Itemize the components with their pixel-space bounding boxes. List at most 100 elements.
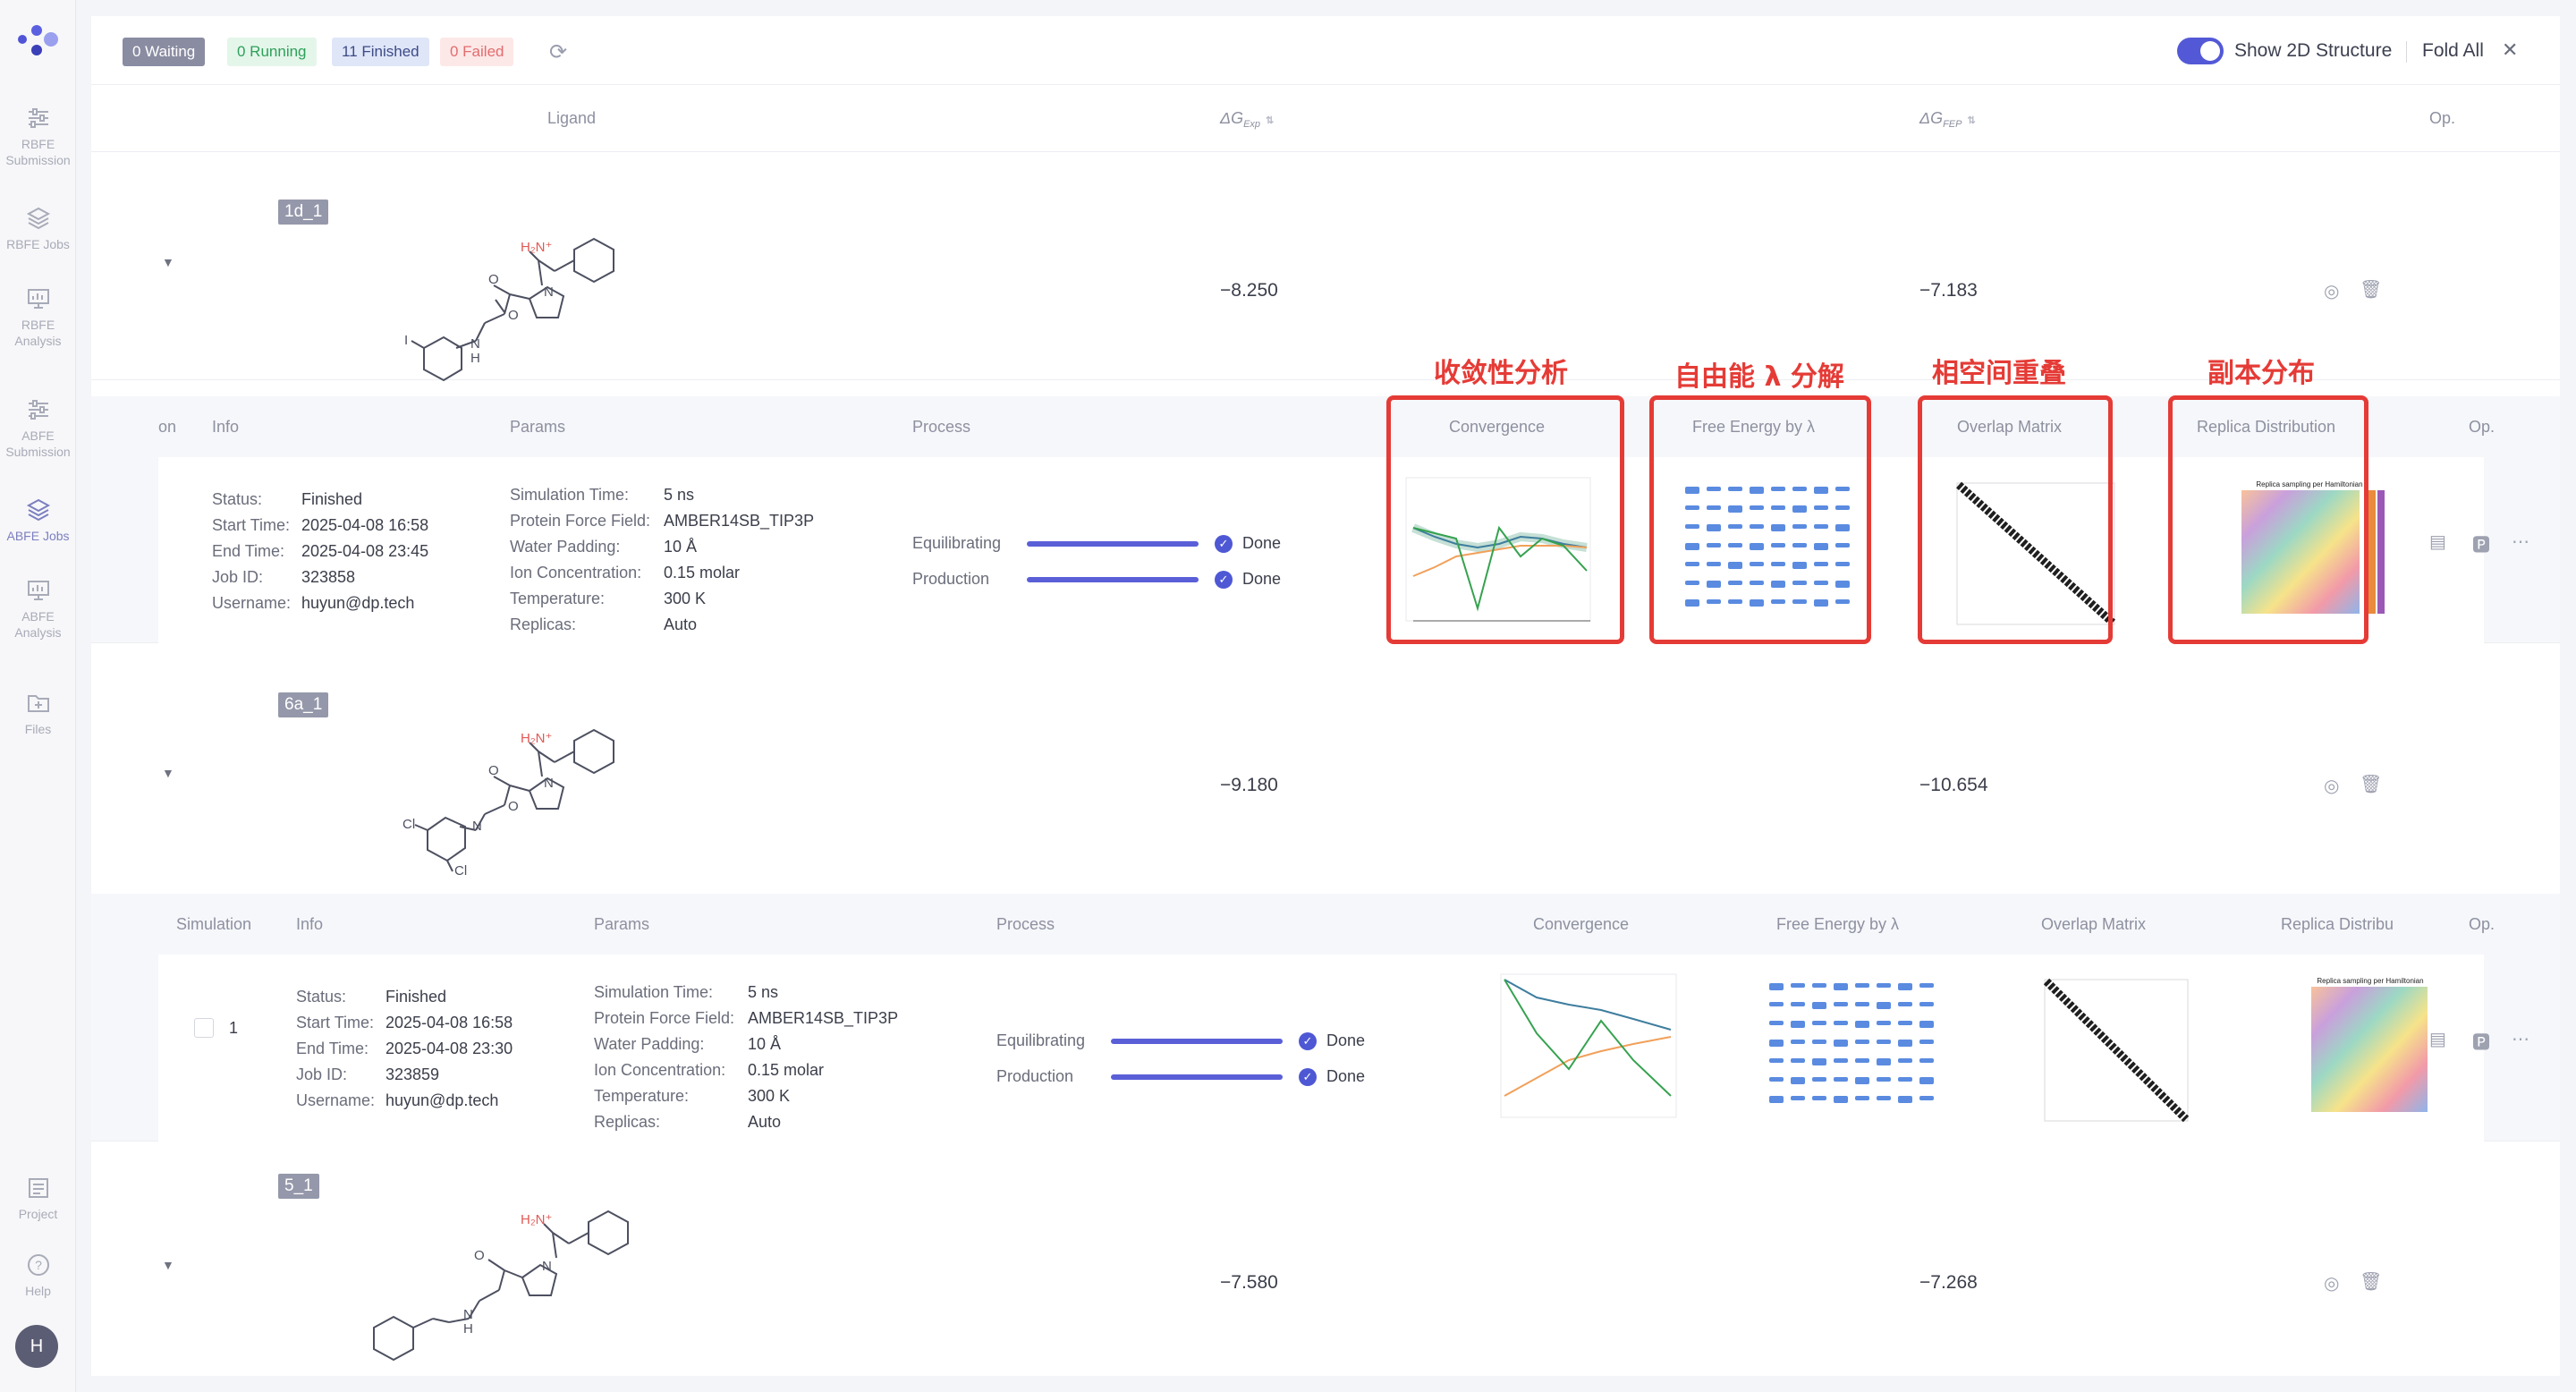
violin-mark bbox=[1919, 1058, 1934, 1063]
table-row[interactable]: ▼ 1d_1 H₂N⁺ O O N N H I −8.250 −7.183 ◎ … bbox=[91, 153, 2560, 382]
temp-value: 300 K bbox=[664, 590, 707, 607]
violin-mark bbox=[1877, 1096, 1891, 1100]
params-column-header: Params bbox=[594, 915, 650, 933]
dg-fep-column-header[interactable]: ΔGFEP ⇅ bbox=[1919, 109, 1976, 130]
app-logo[interactable] bbox=[15, 20, 60, 59]
pdf-icon[interactable]: 🅿 bbox=[2472, 530, 2490, 556]
expand-icon[interactable]: ▼ bbox=[162, 766, 174, 780]
free-energy-annotation-label: 自由能 λ 分解 bbox=[1674, 361, 1844, 393]
waiting-badge[interactable]: 0 Waiting bbox=[123, 38, 206, 66]
finished-badge[interactable]: 11 Finished bbox=[332, 38, 429, 66]
failed-badge[interactable]: 0 Failed bbox=[440, 38, 514, 66]
sidebar-item-abfe-submission[interactable]: ABFE Submission bbox=[0, 397, 76, 460]
sidebar-item-rbfe-submission[interactable]: RBFE Submission bbox=[0, 106, 76, 168]
expand-icon[interactable]: ▼ bbox=[162, 255, 174, 269]
violin-mark bbox=[1877, 1021, 1891, 1025]
svg-text:N: N bbox=[542, 1259, 552, 1274]
sidebar-item-rbfe-analysis[interactable]: RBFE Analysis bbox=[0, 286, 76, 349]
simulation-column-header: on bbox=[158, 418, 177, 436]
overlap-matrix-plot[interactable] bbox=[2021, 971, 2218, 1127]
replica-annotation-label: 副本分布 bbox=[2207, 358, 2315, 389]
violin-mark bbox=[1769, 1077, 1784, 1082]
more-icon[interactable]: ⋯ bbox=[2512, 1028, 2529, 1050]
ion-value: 0.15 molar bbox=[664, 564, 741, 581]
sim-time-label: Simulation Time: bbox=[510, 486, 630, 504]
svg-text:N: N bbox=[472, 819, 482, 834]
delete-icon[interactable]: 🗑 bbox=[2360, 278, 2382, 301]
row-checkbox[interactable] bbox=[194, 1018, 214, 1038]
view-icon[interactable]: ◎ bbox=[2324, 1272, 2339, 1294]
sidebar-item-label: Project bbox=[18, 1207, 58, 1221]
sort-icon[interactable]: ⇅ bbox=[1967, 115, 1975, 126]
violin-mark bbox=[1769, 1040, 1784, 1047]
delete-icon[interactable]: 🗑 bbox=[2360, 773, 2382, 795]
violin-mark bbox=[1834, 1077, 1848, 1082]
violin-mark bbox=[1834, 1002, 1848, 1006]
folder-icon bbox=[27, 695, 49, 712]
violin-mark bbox=[1919, 1040, 1934, 1044]
main-panel: 0 Waiting 0 Running 11 Finished 0 Failed… bbox=[91, 16, 2560, 1376]
violin-mark bbox=[1877, 1040, 1891, 1044]
view-icon[interactable]: ◎ bbox=[2324, 775, 2339, 797]
fold-all-button[interactable]: Fold All bbox=[2422, 40, 2484, 62]
running-badge[interactable]: 0 Running bbox=[227, 38, 317, 66]
log-icon[interactable]: ▤ bbox=[2429, 1028, 2446, 1050]
replica-plot-title: Replica sampling per Hamiltonian bbox=[2317, 977, 2423, 985]
sort-icon[interactable]: ⇅ bbox=[1266, 115, 1274, 126]
delete-icon[interactable]: 🗑 bbox=[2360, 1270, 2382, 1293]
table-row[interactable]: ▼ 5_1 H₂N⁺ O N N H −7.580 −7.268 ◎ 🗑 bbox=[91, 1142, 2560, 1376]
log-icon[interactable]: ▤ bbox=[2429, 530, 2446, 553]
sidebar-item-label: RBFE Jobs bbox=[6, 237, 70, 251]
layers-icon bbox=[26, 207, 50, 230]
violin-mark bbox=[1812, 1040, 1826, 1044]
start-value: 2025-04-08 16:58 bbox=[301, 516, 429, 534]
violin-mark bbox=[1812, 1077, 1826, 1082]
user-value: huyun@dp.tech bbox=[301, 594, 415, 612]
sidebar-item-project[interactable]: Project bbox=[0, 1176, 76, 1222]
violin-mark bbox=[1834, 1040, 1848, 1047]
toolbar: 0 Waiting 0 Running 11 Finished 0 Failed… bbox=[91, 16, 2560, 85]
ion-label: Ion Concentration: bbox=[594, 1061, 726, 1079]
force-field-value: AMBER14SB_TIP3P bbox=[664, 512, 815, 530]
expand-icon[interactable]: ▼ bbox=[162, 1258, 174, 1272]
sidebar-item-help[interactable]: ? Help bbox=[0, 1252, 76, 1299]
violin-mark bbox=[1855, 1040, 1869, 1044]
molecule-structure: H₂N⁺ O O N N Cl Cl bbox=[402, 728, 614, 878]
violin-mark bbox=[1812, 1058, 1826, 1065]
avatar[interactable]: H bbox=[15, 1325, 58, 1368]
fold-all-icon[interactable]: ✕ bbox=[2502, 38, 2518, 62]
violin-mark bbox=[1898, 1096, 1912, 1103]
monitor-icon bbox=[27, 581, 49, 600]
pdf-icon[interactable]: 🅿 bbox=[2472, 1028, 2490, 1054]
free-energy-by-lambda-plot[interactable] bbox=[1750, 971, 1946, 1127]
sidebar-item-label: ABFE Jobs bbox=[6, 529, 70, 543]
svg-text:?: ? bbox=[35, 1258, 42, 1272]
sidebar-item-abfe-jobs[interactable]: ABFE Jobs bbox=[0, 497, 76, 544]
view-icon[interactable]: ◎ bbox=[2324, 280, 2339, 302]
user-value: huyun@dp.tech bbox=[386, 1091, 499, 1109]
violin-mark bbox=[1877, 983, 1891, 988]
sidebar-item-label: RBFE Submission bbox=[5, 137, 71, 167]
violin-mark bbox=[1834, 1058, 1848, 1063]
sidebar-item-files[interactable]: Files bbox=[0, 691, 76, 737]
sidebar-item-abfe-analysis[interactable]: ABFE Analysis bbox=[0, 578, 76, 641]
end-label: End Time: bbox=[296, 1040, 369, 1057]
table-row[interactable]: ▼ 6a_1 H₂N⁺ O O N N Cl Cl −9.180 −10.654… bbox=[91, 649, 2560, 895]
more-icon[interactable]: ⋯ bbox=[2512, 530, 2529, 553]
sidebar-item-rbfe-jobs[interactable]: RBFE Jobs bbox=[0, 206, 76, 252]
overlap-column-header: Overlap Matrix bbox=[2041, 915, 2147, 933]
svg-text:N: N bbox=[544, 284, 554, 300]
violin-mark bbox=[1898, 983, 1912, 990]
simulation-row[interactable] bbox=[158, 457, 2484, 645]
end-label: End Time: bbox=[212, 542, 285, 560]
show-2d-structure-toggle[interactable] bbox=[2177, 38, 2224, 64]
convergence-plot[interactable] bbox=[1483, 971, 1680, 1127]
refresh-icon[interactable]: ⟳ bbox=[549, 39, 567, 65]
violin-mark bbox=[1791, 983, 1805, 988]
replica-distribution-plot[interactable]: Replica sampling per Hamiltonian bbox=[2284, 971, 2481, 1127]
job-label: Job ID: bbox=[212, 568, 264, 586]
dg-exp-column-header[interactable]: ΔGExp ⇅ bbox=[1220, 109, 1274, 130]
sidebar-item-label: Help bbox=[25, 1284, 51, 1298]
op-column-header: Op. bbox=[2429, 109, 2456, 127]
show-2d-structure-label: Show 2D Structure bbox=[2234, 40, 2393, 61]
